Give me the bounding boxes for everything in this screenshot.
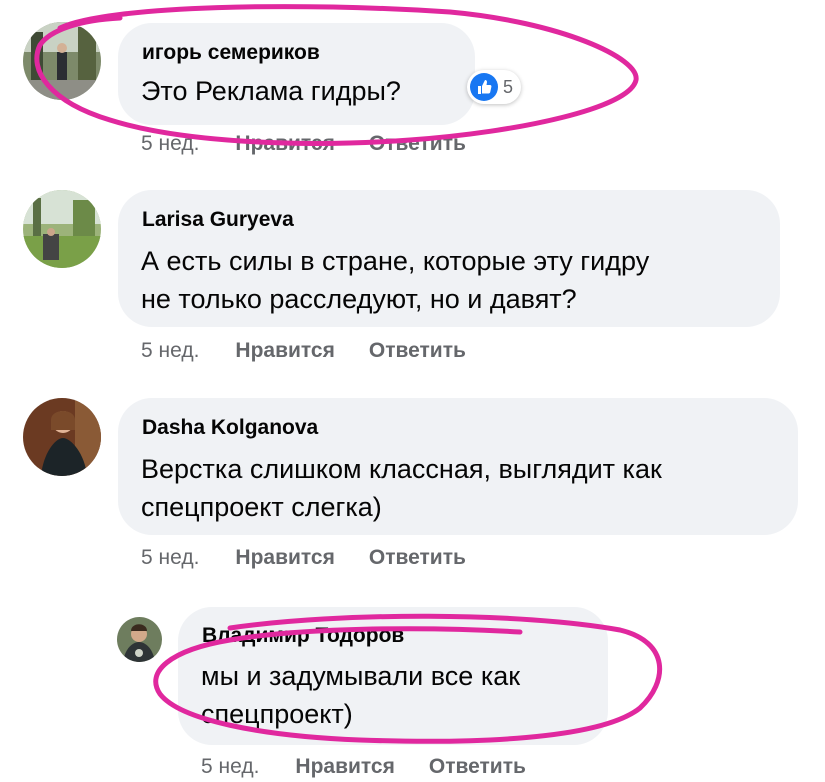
comment-actions: 5 нед. Нравится Ответить xyxy=(201,755,560,779)
avatar-image-icon xyxy=(117,617,162,662)
comment-text: спецпроект) xyxy=(201,699,353,729)
like-button[interactable]: Нравится xyxy=(295,755,394,779)
comment-time[interactable]: 5 нед. xyxy=(201,755,259,779)
reply-button[interactable]: Ответить xyxy=(429,755,526,779)
comment-author[interactable]: Владимир Тодоров xyxy=(202,624,404,648)
comment-text: мы и задумывали все как xyxy=(201,661,521,691)
avatar[interactable] xyxy=(117,617,162,662)
comment-reply: Владимир Тодоров мы и задумывали все как… xyxy=(0,0,825,782)
